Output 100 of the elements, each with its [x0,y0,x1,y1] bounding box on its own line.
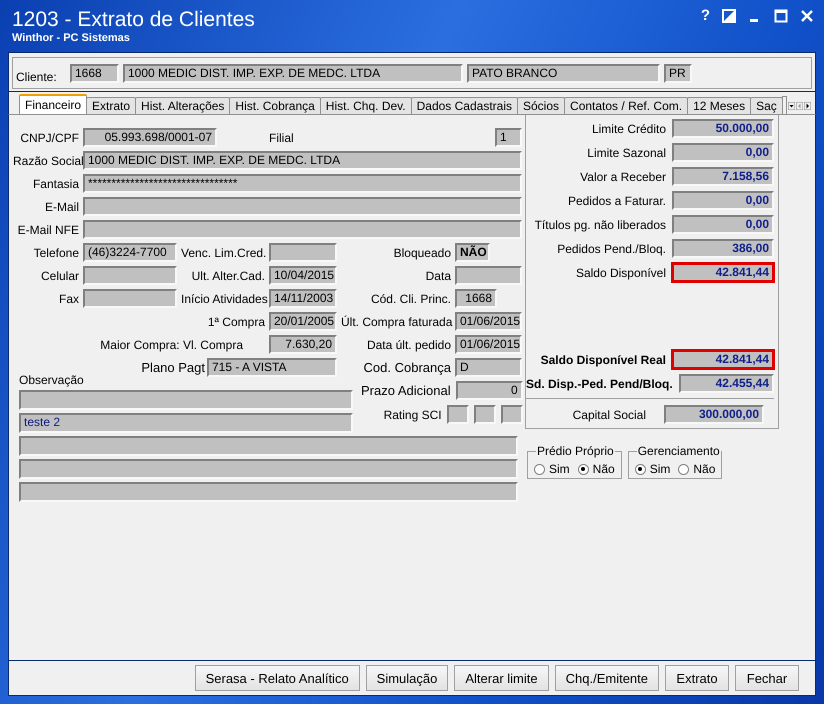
field-label: Maior Compra: Vl. Compra [99,338,244,352]
client-code-field[interactable]: 1668 [70,64,119,82]
text-field[interactable]: 01/06/2015 [455,312,522,331]
text-field[interactable]: D [455,358,522,377]
amount-field[interactable]: 42.841,44 [672,263,774,282]
text-field[interactable]: 05.993.698/0001-07 [83,128,217,147]
text-field[interactable]: 01/06/2015 [455,335,522,354]
window-title: 1203 - Extrato de Clientes [12,8,255,32]
amount-field[interactable]: 7.158,56 [672,167,774,186]
field-label: Data últ. pedido [366,338,451,352]
field-label: Plano Pagt [141,360,205,375]
action-button[interactable]: Extrato [665,665,729,691]
field-label: Títulos pg. não liberados [534,218,666,232]
maximize-icon[interactable] [774,9,788,23]
action-button[interactable]: Serasa - Relato Analítico [194,665,360,691]
text-field[interactable] [19,482,518,502]
field-label: E-Mail NFE [16,222,79,236]
amount-field[interactable]: 0,00 [672,143,774,162]
window-subtitle: Winthor - PC Sistemas [12,32,131,45]
amount-field[interactable]: 386,00 [672,239,774,258]
field-label: Prazo Adicional [361,383,451,398]
tab[interactable]: Dados Cadastrais [410,97,518,114]
amount-field[interactable]: 42.841,44 [672,350,774,369]
field-label: Observação [19,373,85,387]
restore-icon[interactable] [722,9,736,23]
radio-option[interactable]: Não [678,462,716,476]
field-label: Saldo Disponível Real [540,352,666,366]
text-field[interactable] [83,289,177,308]
field-label: Data [424,268,451,282]
field-label: Fax [58,292,79,306]
text-field[interactable]: ******************************** [83,174,522,193]
field-label: Valor a Receber [580,170,666,184]
text-field[interactable]: 14/11/2003 [269,289,337,308]
radio-option[interactable]: Não [578,462,615,476]
field-label: Cód. Cli. Princ. [370,292,451,306]
field-label: Saldo Disponível [576,266,666,280]
tab[interactable]: Sócios [517,97,566,114]
text-field[interactable] [83,220,522,239]
group-title: Prédio Próprio [536,444,615,458]
text-field[interactable] [500,405,523,424]
action-button[interactable]: Fechar [735,665,799,691]
text-field[interactable]: 20/01/2005 [269,312,337,331]
text-field[interactable] [19,390,353,410]
amount-field[interactable]: 0,00 [672,191,774,210]
action-button[interactable]: Alterar limite [454,665,549,691]
field-label: Últ. Compra faturada [341,314,451,328]
amount-field[interactable]: 0,00 [672,215,774,234]
text-field[interactable]: (46)3224-7700 [83,243,177,262]
field-label: Pedidos a Faturar. [568,194,666,208]
radio-option[interactable]: Sim [534,462,570,476]
field-label: Sd. Disp.-Ped. Pend/Bloq. [526,376,673,390]
tab[interactable]: Hist. Alterações [135,97,230,114]
field-label: Bloqueado [392,246,451,260]
tab[interactable]: Hist. Chq. Dev. [320,97,412,114]
amount-field[interactable]: 50.000,00 [672,119,774,138]
close-icon[interactable] [800,9,814,23]
field-label: 1ª Compra [206,314,265,328]
text-field[interactable]: teste 2 [19,413,353,433]
action-button[interactable]: Simulação [366,665,448,691]
text-field[interactable] [83,197,522,216]
text-field[interactable] [269,243,337,262]
text-field[interactable] [19,436,518,456]
field-label: Pedidos Pend./Bloq. [557,242,666,256]
tab[interactable]: Contatos / Ref. Com. [564,97,688,114]
client-name-field[interactable]: 1000 MEDIC DIST. IMP. EXP. DE MEDC. LTDA [123,64,463,82]
action-button[interactable]: Chq./Emitente [554,665,659,691]
tab[interactable]: 12 Meses [687,97,752,114]
amount-field[interactable]: 300.000,00 [664,405,764,424]
text-field[interactable]: 715 - A VISTA [207,358,337,377]
city-field[interactable]: PATO BRANCO [467,64,660,82]
radio-option[interactable]: Sim [634,462,670,476]
text-field[interactable]: NÃO [455,243,490,262]
text-field[interactable]: 0 [456,381,523,400]
text-field[interactable]: 1 [495,128,522,147]
field-label: Capital Social [572,408,646,422]
field-label: Fantasia [32,176,79,190]
text-field[interactable]: 1000 MEDIC DIST. IMP. EXP. DE MEDC. LTDA [83,151,522,170]
amount-field[interactable]: 42.455,44 [678,374,774,393]
tab[interactable]: Hist. Cobrança [229,97,321,114]
text-field[interactable] [474,405,496,424]
text-field[interactable]: 10/04/2015 [269,266,337,285]
field-label: Limite Crédito [592,122,666,136]
text-field[interactable] [455,266,522,285]
tab[interactable]: Saç [750,97,783,114]
help-button[interactable]: ? [700,9,710,23]
tab[interactable]: Financeiro [19,94,88,114]
field-label: Cliente: [16,69,58,84]
text-field[interactable] [19,459,518,479]
field-label: Celular [40,268,79,282]
field-label: Cod. Cobrança [362,360,451,375]
state-field[interactable]: PR [664,64,692,82]
text-field[interactable]: 7.630,20 [269,335,337,354]
text-field[interactable]: 1668 [455,289,497,308]
field-label: Filial [269,130,295,144]
tab[interactable]: Extrato [86,97,136,114]
text-field[interactable] [83,266,177,285]
field-label: Início Atividades [181,292,265,306]
text-field[interactable] [446,405,469,424]
field-label: Limite Sazonal [587,146,666,160]
group-title: Gerenciamento [636,444,721,458]
